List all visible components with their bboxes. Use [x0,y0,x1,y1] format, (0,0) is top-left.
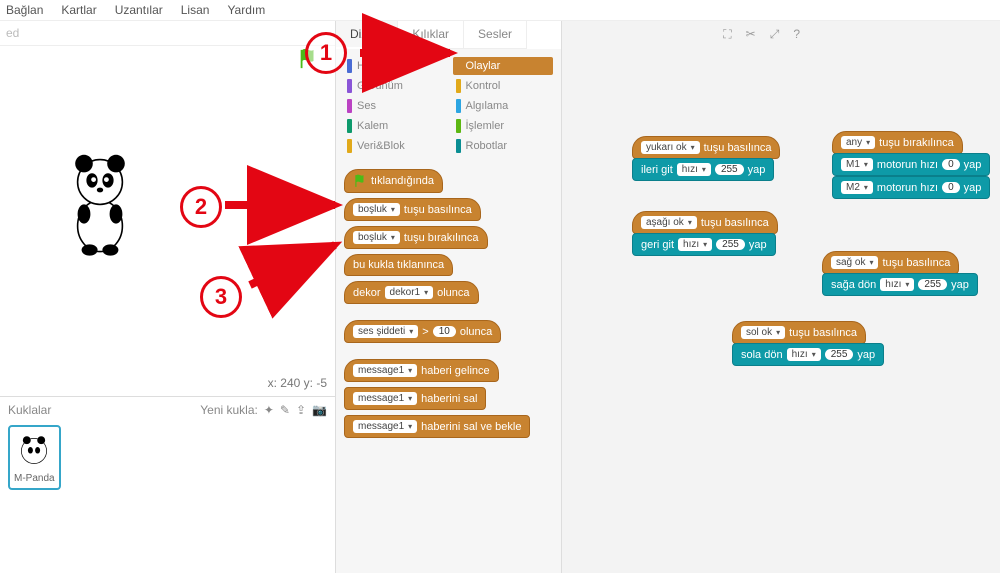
stamp-icon[interactable]: ⛶ [723,27,731,42]
stage-coords: x: 240 y: -5 [268,376,327,390]
paint-sprite-icon[interactable]: ✎ [280,403,290,417]
block-sprite-clicked[interactable]: bu kukla tıklanınca [344,254,453,276]
menu-item[interactable]: Kartlar [61,3,96,17]
shrink-icon[interactable]: ✂ [746,27,756,42]
script-release[interactable]: anytuşu bırakılınca M1motorun hızı0yap M… [832,131,990,199]
category-veri&blok[interactable]: Veri&Blok [344,137,445,155]
block-loudness[interactable]: ses şiddeti>10olunca [344,320,501,343]
menu-item[interactable]: Lisan [181,3,210,17]
stage-header: ed [0,21,335,46]
canvas-tools: ⛶ ✂ ⤢ ? [723,27,800,42]
tab-costumes[interactable]: Kılıklar [398,21,464,49]
block-palette: tıklandığında boşluktuşu basılınca boşlu… [336,163,561,454]
menu-item[interactable]: Uzantılar [115,3,163,17]
sprites-title: Kuklalar [8,403,51,417]
category-robotlar[interactable]: Robotlar [453,137,554,155]
block-when-flag[interactable]: tıklandığında [344,169,443,193]
blocks-panel: Diziler Kılıklar Sesler Hareket Görünüm Se… [336,21,562,573]
block-backdrop-switch[interactable]: dekordekor1olunca [344,281,479,304]
sprite-card[interactable]: M-Panda [8,425,61,490]
block-key-pressed[interactable]: boşluktuşu basılınca [344,198,481,221]
menu-item[interactable]: Yardım [227,3,265,17]
left-panel: ed x: 240 y: -5 Kuklalar Yeni kukla: [0,21,336,573]
green-flag-icon[interactable] [297,48,319,70]
category-kontrol[interactable]: Kontrol [453,77,554,95]
category-kalem[interactable]: Kalem [344,117,445,135]
script-up[interactable]: yukarı oktuşu basılınca ileri githızı255… [632,136,780,181]
expand-icon[interactable]: ⤢ [770,27,780,42]
category-görünüm[interactable]: Görünüm [344,77,445,95]
menubar: Bağlan Kartlar Uzantılar Lisan Yardım [0,0,1000,21]
tabs: Diziler Kılıklar Sesler [336,21,561,49]
upload-sprite-icon[interactable]: ⇪ [296,403,306,417]
block-msg-broadcast-wait[interactable]: message1haberini sal ve bekle [344,415,530,438]
category-hareket[interactable]: Hareket [344,57,445,75]
stage: ed x: 240 y: -5 [0,21,335,396]
category-i̇şlemler[interactable]: İşlemler [453,117,554,135]
script-left[interactable]: sol oktuşu basılınca sola dönhızı255yap [732,321,884,366]
block-msg-broadcast[interactable]: message1haberini sal [344,387,486,410]
category-ses[interactable]: Ses [344,97,445,115]
category-algılama[interactable]: Algılama [453,97,554,115]
script-canvas[interactable]: ⛶ ✂ ⤢ ? yukarı oktuşu basılınca ileri gi… [562,21,1000,573]
sprite-name: M-Panda [14,473,55,484]
stage-sprite-panda[interactable] [60,151,140,261]
script-right[interactable]: sağ oktuşu basılınca sağa dönhızı255yap [822,251,978,296]
help-icon[interactable]: ? [793,27,800,42]
block-key-released[interactable]: boşluktuşu bırakılınca [344,226,488,249]
sprites-panel: Kuklalar Yeni kukla: ✦ ✎ ⇪ 📷 M-Panda [0,396,335,573]
script-down[interactable]: aşağı oktuşu basılınca geri githızı255ya… [632,211,778,256]
tab-scripts[interactable]: Diziler [336,21,398,49]
camera-sprite-icon[interactable]: 📷 [312,403,327,417]
menu-item[interactable]: Bağlan [6,3,43,17]
choose-sprite-icon[interactable]: ✦ [264,403,274,417]
block-msg-recv[interactable]: message1haberi gelince [344,359,499,382]
tab-sounds[interactable]: Sesler [464,21,527,49]
category-olaylar[interactable]: Olaylar [453,57,554,75]
categories: Hareket Görünüm Ses Kalem Veri&Blok Olaylar K… [336,49,561,157]
new-sprite-label: Yeni kukla: [200,403,258,417]
